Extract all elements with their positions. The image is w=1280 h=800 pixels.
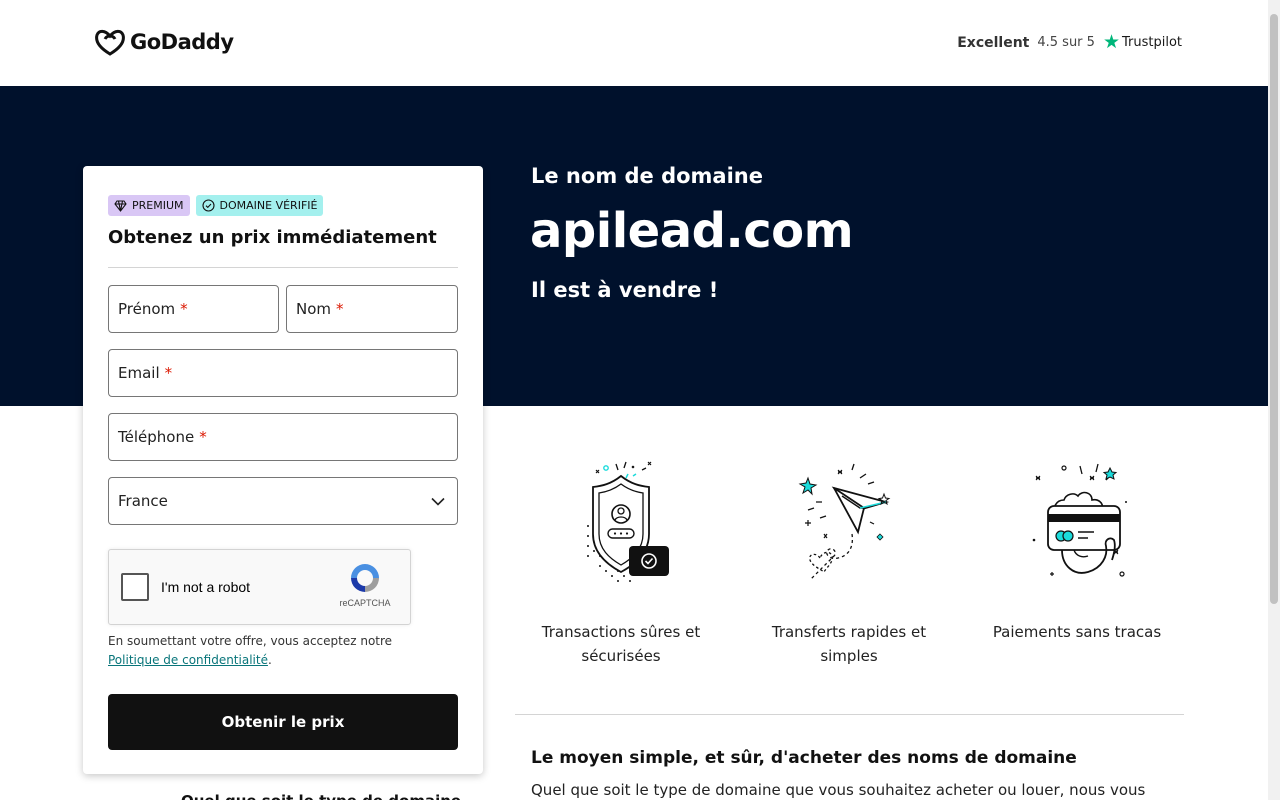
trustpilot-logo: ★ Trustpilot [1103, 33, 1182, 52]
page-scrollbar[interactable] [1268, 0, 1280, 800]
for-sale-text: Il est à vendre ! [531, 278, 719, 302]
phone-label: Téléphone [118, 428, 195, 446]
section-body: Quel que soit le type de domaine que vou… [531, 781, 1146, 799]
recaptcha-widget: I'm not a robot reCAPTCHA [108, 549, 411, 625]
feature-payments-label: Paiements sans tracas [992, 623, 1162, 641]
recaptcha-logo-icon [351, 564, 379, 592]
required-mark: * [180, 300, 188, 318]
godaddy-logo[interactable]: GoDaddy [94, 28, 234, 56]
scrollbar-thumb[interactable] [1270, 14, 1278, 604]
form-divider [108, 267, 458, 268]
country-value: France [118, 492, 168, 510]
required-mark: * [164, 364, 173, 382]
consent-sentence: En soumettant votre offre, vous acceptez… [108, 634, 393, 648]
consent-text: En soumettant votre offre, vous acceptez… [108, 632, 458, 670]
recaptcha-brand: reCAPTCHA [339, 598, 391, 608]
shield-icon [516, 448, 726, 588]
hero-subtitle: Le nom de domaine [531, 164, 763, 188]
feature-payments: Paiements sans tracas [972, 448, 1182, 644]
verified-badge-label: DOMAINE VÉRIFIÉ [219, 199, 318, 212]
feature-fast: Transferts rapides et simples [744, 448, 954, 668]
get-price-button[interactable]: Obtenir le prix [108, 694, 458, 750]
premium-badge: PREMIUM [108, 195, 190, 216]
rating-label: Excellent [957, 34, 1030, 51]
first-name-input[interactable]: Prénom * [108, 285, 279, 333]
consent-period: . [267, 653, 272, 667]
paper-plane-icon [744, 448, 954, 588]
verified-badge: DOMAINE VÉRIFIÉ [195, 195, 324, 216]
privacy-policy-link[interactable]: Politique de confidentialité [108, 653, 268, 667]
feature-secure-label: Transactions sûres et sécurisées [541, 623, 701, 665]
trustpilot-rating[interactable]: Excellent 4.5 sur 5 ★ Trustpilot [957, 33, 1182, 52]
last-name-input[interactable]: Nom * [286, 285, 458, 333]
premium-badge-label: PREMIUM [132, 199, 184, 212]
recaptcha-label: I'm not a robot [161, 579, 251, 595]
section-title: Le moyen simple, et sûr, d'acheter des n… [531, 748, 1077, 768]
last-name-label: Nom [296, 300, 332, 318]
trustpilot-text: Trustpilot [1121, 35, 1182, 50]
rating-value: 4.5 sur 5 [1037, 35, 1095, 50]
godaddy-logo-icon [95, 29, 125, 56]
domain-name: apilead.com [530, 203, 854, 259]
badge-row: PREMIUM DOMAINE VÉRIFIÉ [108, 195, 324, 216]
required-mark: * [199, 428, 207, 446]
brand-name: GoDaddy [130, 30, 234, 54]
site-header: GoDaddy Excellent 4.5 sur 5 ★ Trustpilot [0, 0, 1268, 86]
star-icon: ★ [1102, 31, 1120, 53]
below-card-text: Quel que soit le type de domaine [181, 792, 461, 800]
form-title: Obtenez un prix immédiatement [108, 227, 437, 248]
recaptcha-checkbox[interactable] [121, 573, 149, 601]
email-input[interactable]: Email * [108, 349, 458, 397]
feature-fast-label: Transferts rapides et simples [771, 623, 927, 665]
section-divider [515, 714, 1184, 715]
price-form-card: PREMIUM DOMAINE VÉRIFIÉ Obtenez un prix … [83, 166, 483, 774]
required-mark: * [336, 300, 344, 318]
chevron-down-icon [431, 497, 445, 506]
phone-input[interactable]: Téléphone * [108, 413, 458, 461]
diamond-icon [114, 199, 127, 212]
email-label: Email [118, 364, 160, 382]
card-payment-icon [972, 448, 1182, 588]
feature-secure: Transactions sûres et sécurisées [516, 448, 726, 668]
check-circle-icon [201, 199, 215, 212]
country-select[interactable]: France [108, 477, 458, 525]
first-name-label: Prénom [118, 300, 176, 318]
